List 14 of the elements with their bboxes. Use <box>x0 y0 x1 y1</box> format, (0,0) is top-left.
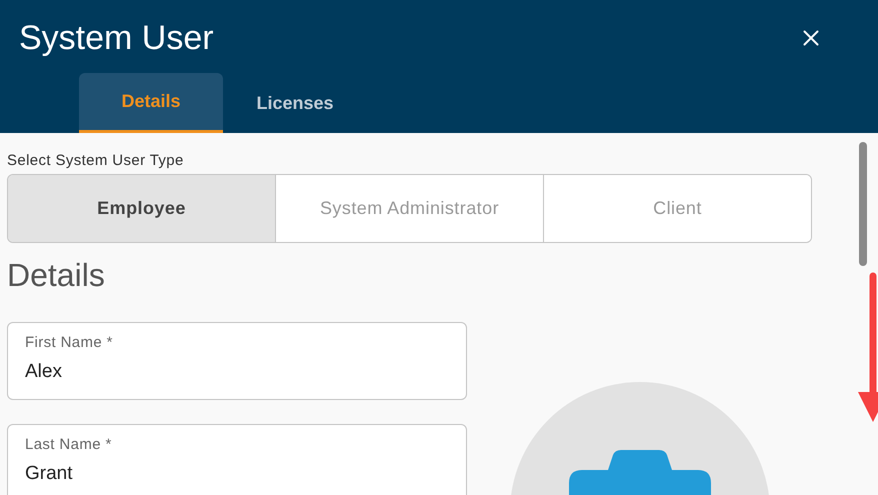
field-label: Last Name * <box>25 435 113 455</box>
briefcase-icon <box>568 450 712 495</box>
text-field[interactable]: Last Name * Grant <box>7 424 467 495</box>
segment-option[interactable]: Employee <box>8 175 275 242</box>
window-title: System User <box>19 18 214 59</box>
field-label: Select System User Type <box>7 151 185 171</box>
field-value: Alex <box>25 360 63 384</box>
scrollbar-thumb[interactable] <box>859 142 867 266</box>
field-value: Grant <box>25 462 74 486</box>
text-field[interactable]: First Name * Alex <box>7 322 467 400</box>
tab[interactable]: Licenses <box>223 73 367 133</box>
field-label: First Name * <box>25 333 114 353</box>
tab[interactable]: Details <box>79 73 223 133</box>
section-title: Details <box>7 256 106 295</box>
